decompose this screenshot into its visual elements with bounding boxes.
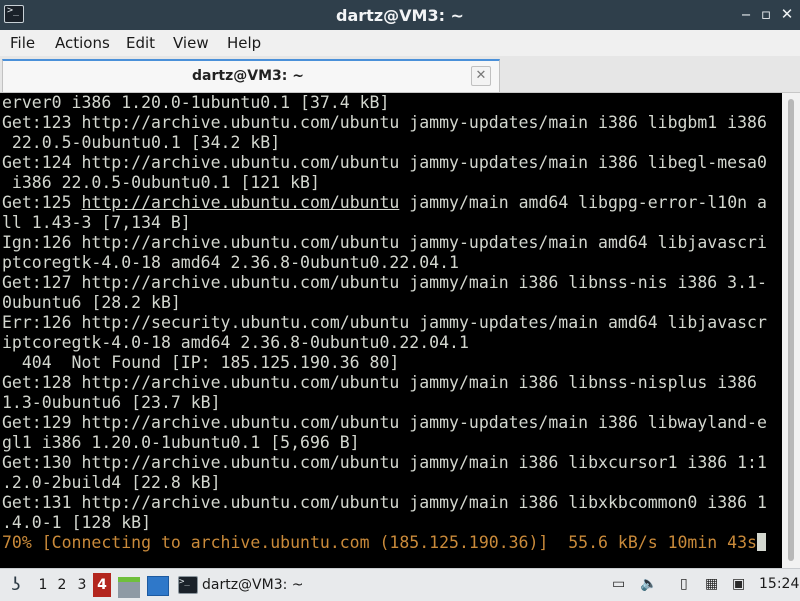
terminal-line-prefix: Get:125 <box>2 193 82 212</box>
taskbar: ʖ 1 2 3 4 >_ dartz@VM3: ~ ▭ 🔈 ▯ ▦ ▣ 15:2… <box>0 568 800 601</box>
terminal-line: Get:129 http://archive.ubuntu.com/ubuntu… <box>2 413 767 432</box>
terminal-line: Ign:126 http://archive.ubuntu.com/ubuntu… <box>2 233 767 252</box>
terminal-line: Get:130 http://archive.ubuntu.com/ubuntu… <box>2 453 767 472</box>
terminal-line: 22.0.5-0ubuntu0.1 [34.2 kB] <box>2 133 281 152</box>
terminal-window: >_ dartz@VM3: ~ ‒ ▫ ✕ File Actions Edit … <box>0 0 800 568</box>
clock: 15:24 <box>759 576 800 592</box>
scrollbar-thumb[interactable] <box>788 99 794 561</box>
close-icon[interactable]: ✕ <box>777 4 797 24</box>
terminal-line: 1.3-0ubuntu6 [23.7 kB] <box>2 393 221 412</box>
terminal-line: .2.0-2build4 [22.8 kB] <box>2 473 221 492</box>
apt-progress-line: 70% [Connecting to archive.ubuntu.com (1… <box>2 533 767 553</box>
updates-icon[interactable]: ▣ <box>732 576 745 594</box>
file-manager-icon[interactable] <box>118 577 140 598</box>
terminal-line: .4.0-1 [128 kB] <box>2 513 152 532</box>
terminal-line: Err:126 http://security.ubuntu.com/ubunt… <box>2 313 767 332</box>
tab-terminal[interactable]: dartz@VM3: ~ ✕ <box>2 59 500 92</box>
terminal-cursor <box>756 533 766 551</box>
terminal-line: ll 1.43-3 [7,134 B] <box>2 213 191 232</box>
tab-close-icon[interactable]: ✕ <box>471 66 491 86</box>
show-desktop-icon[interactable] <box>147 576 169 596</box>
terminal-line: Get:131 http://archive.ubuntu.com/ubuntu… <box>2 493 767 512</box>
terminal-line: ptcoregtk-4.0-18 amd64 2.36.8-0ubuntu0.2… <box>2 253 459 272</box>
menu-actions[interactable]: Actions <box>55 34 110 52</box>
taskbar-terminal-button[interactable]: >_ dartz@VM3: ~ <box>175 571 605 599</box>
terminal-line: Get:123 http://archive.ubuntu.com/ubuntu… <box>2 113 767 132</box>
terminal-line: 404 Not Found [IP: 185.125.190.36 80] <box>2 353 400 372</box>
workspace-1[interactable]: 1 <box>34 573 52 597</box>
workspace-3[interactable]: 3 <box>73 573 91 597</box>
window-title: dartz@VM3: ~ <box>336 6 464 25</box>
terminal-line: Get:124 http://archive.ubuntu.com/ubuntu… <box>2 153 767 172</box>
terminal-line: erver0 i386 1.20.0-1ubuntu0.1 [37.4 kB] <box>2 93 390 112</box>
terminal-line: i386 22.0.5-0ubuntu0.1 [121 kB] <box>2 173 320 192</box>
title-bar[interactable]: >_ dartz@VM3: ~ ‒ ▫ ✕ <box>0 0 800 30</box>
maximize-icon[interactable]: ▫ <box>756 4 776 24</box>
menu-help[interactable]: Help <box>227 34 261 52</box>
terminal-task-icon: >_ <box>178 576 198 594</box>
workspace-2[interactable]: 2 <box>53 573 71 597</box>
terminal-lines: erver0 i386 1.20.0-1ubuntu0.1 [37.4 kB] G… <box>2 93 767 553</box>
menu-view[interactable]: View <box>173 34 209 52</box>
keyboard-icon[interactable]: ▦ <box>705 576 718 594</box>
tab-bar: dartz@VM3: ~ ✕ <box>0 56 800 93</box>
start-menu-icon[interactable]: ʖ <box>4 573 28 597</box>
terminal-line: gl1 i386 1.20.0-1ubuntu0.1 [5,696 B] <box>2 433 360 452</box>
task-label: dartz@VM3: ~ <box>202 577 304 593</box>
terminal-line-suffix: jammy/main amd64 libgpg-error-l10n a <box>399 193 767 212</box>
terminal-line: Get:125 http://archive.ubuntu.com/ubuntu… <box>2 193 767 213</box>
menu-edit[interactable]: Edit <box>126 34 155 52</box>
terminal-scrollbar[interactable] <box>782 93 800 568</box>
minimize-icon[interactable]: ‒ <box>736 4 756 24</box>
volume-icon[interactable]: 🔈 <box>640 576 657 594</box>
terminal-link[interactable]: http://archive.ubuntu.com/ubuntu <box>81 193 399 212</box>
clipboard-icon[interactable]: ▯ <box>680 576 688 594</box>
terminal-line: iptcoregtk-4.0-18 amd64 2.36.8-0ubuntu0.… <box>2 333 469 352</box>
menu-file[interactable]: File <box>10 34 35 52</box>
workspace-4[interactable]: 4 <box>93 573 111 597</box>
tab-label: dartz@VM3: ~ <box>192 68 304 84</box>
terminal-line: Get:127 http://archive.ubuntu.com/ubuntu… <box>2 273 767 292</box>
terminal-line: Get:128 http://archive.ubuntu.com/ubuntu… <box>2 373 757 392</box>
terminal-output[interactable]: erver0 i386 1.20.0-1ubuntu0.1 [37.4 kB] G… <box>0 93 782 568</box>
terminal-line: 0ubuntu6 [28.2 kB] <box>2 293 181 312</box>
screen-icon[interactable]: ▭ <box>612 576 625 594</box>
apt-progress-text: 70% [Connecting to archive.ubuntu.com (1… <box>2 533 757 552</box>
menu-bar: File Actions Edit View Help <box>0 30 800 56</box>
terminal-task-icon-glyph: >_ <box>179 577 190 587</box>
